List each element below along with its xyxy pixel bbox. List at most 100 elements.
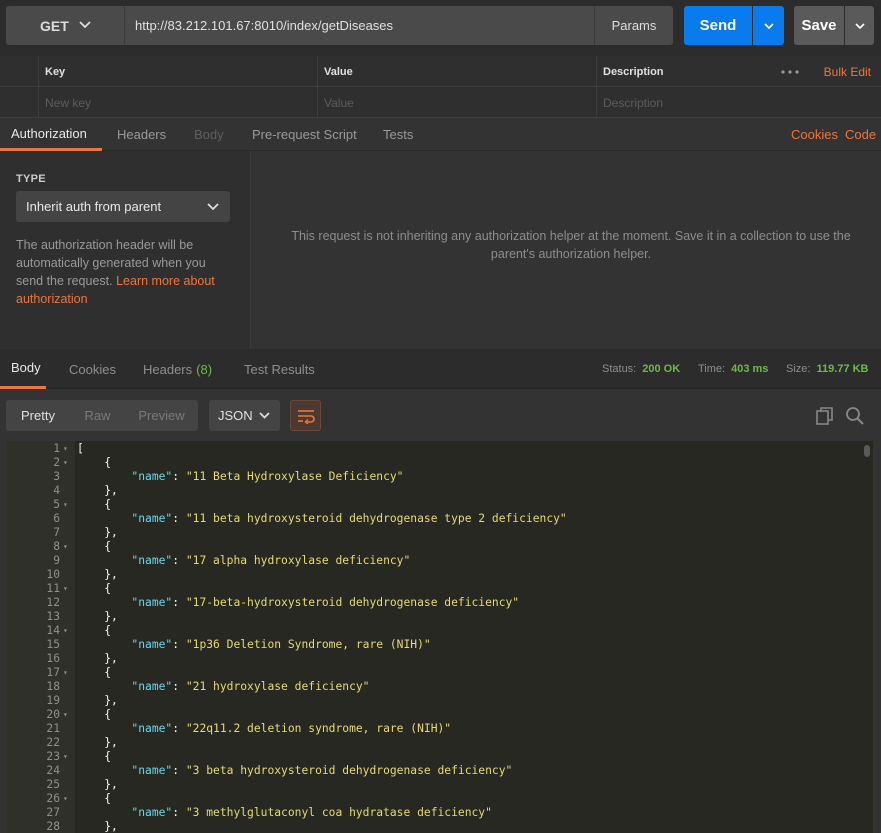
fold-toggle-icon[interactable]: ▾ (63, 666, 71, 680)
code-line: 7 }, (7, 526, 873, 540)
time-label: Time: (698, 363, 726, 375)
code-line: 22 }, (7, 736, 873, 750)
request-tabs: Authorization Headers Body Pre-request S… (0, 118, 881, 151)
code-text: { (77, 540, 112, 553)
json-key: "name" (131, 554, 173, 567)
new-key-input[interactable]: New key (38, 87, 317, 118)
fold-toggle-icon[interactable]: ▾ (63, 582, 71, 596)
code-line: 21 "name": "22q11.2 deletion syndrome, r… (7, 722, 873, 736)
line-number: 24 (46, 764, 60, 777)
fold-toggle-icon[interactable]: ▾ (63, 624, 71, 638)
line-number: 27 (46, 806, 60, 819)
line-number: 13 (46, 610, 60, 623)
status-value: 200 OK (642, 363, 681, 375)
code-text: "name": "21 hydroxylase deficiency" (131, 680, 370, 693)
json-key: "name" (131, 470, 173, 483)
code-text: { (77, 456, 112, 469)
format-toggle: Pretty Raw Preview (6, 400, 198, 431)
method-select[interactable]: GET (6, 6, 124, 45)
code-line: 11 ▾ { (7, 582, 873, 596)
search-icon[interactable] (845, 406, 865, 426)
params-new-row: New key Value Description (0, 87, 881, 118)
line-number: 15 (46, 638, 60, 651)
save-button[interactable]: Save (794, 6, 844, 45)
scrollbar-thumb[interactable] (864, 445, 870, 457)
code-line: 12 "name": "17-beta-hydroxysteroid dehyd… (7, 596, 873, 610)
tab-authorization[interactable]: Authorization (0, 118, 102, 151)
line-number: 19 (46, 694, 60, 707)
json-string-value: "22q11.2 deletion syndrome, rare (NIH)" (185, 722, 452, 735)
code-text: "name": "17-beta-hydroxysteroid dehydrog… (131, 596, 520, 609)
code-text: "name": "3 methylglutaconyl coa hydratas… (131, 806, 492, 819)
bulk-edit-link[interactable]: Bulk Edit (824, 56, 871, 87)
preview-button[interactable]: Preview (125, 400, 198, 431)
tab-test-results[interactable]: Test Results (244, 349, 315, 389)
raw-button[interactable]: Raw (70, 400, 125, 431)
line-number: 5 (53, 498, 60, 511)
tab-response-cookies[interactable]: Cookies (69, 349, 116, 389)
send-label: Send (699, 17, 737, 34)
copy-icon[interactable] (815, 406, 835, 426)
send-options-button[interactable] (753, 6, 784, 45)
code-text: }, (77, 652, 118, 665)
tab-response-body[interactable]: Body (0, 349, 46, 389)
code-line: 3 "name": "11 Beta Hydroxylase Deficienc… (7, 470, 873, 484)
fold-toggle-icon[interactable]: ▾ (63, 708, 71, 722)
wrap-lines-button[interactable] (290, 400, 321, 431)
fold-toggle-icon[interactable]: ▾ (63, 442, 71, 456)
line-number: 21 (46, 722, 60, 735)
json-key: "name" (131, 764, 173, 777)
json-key: "name" (131, 638, 173, 651)
pretty-button[interactable]: Pretty (6, 400, 70, 431)
fold-toggle-icon[interactable]: ▾ (63, 498, 71, 512)
save-options-button[interactable] (845, 6, 874, 45)
code-text: { (77, 708, 112, 721)
code-text: { (77, 582, 112, 595)
code-text: "name": "17 alpha hydroxylase deficiency… (131, 554, 411, 567)
new-description-input[interactable]: Description (596, 87, 881, 118)
tab-body[interactable]: Body (194, 118, 224, 151)
url-input[interactable]: http://83.212.101.67:8010/index/getDisea… (124, 6, 594, 45)
auth-type-select[interactable]: Inherit auth from parent (16, 191, 230, 222)
line-number: 1 (53, 442, 60, 455)
language-select[interactable]: JSON (209, 400, 280, 431)
code-text: }, (77, 736, 118, 749)
tab-tests[interactable]: Tests (383, 118, 413, 151)
line-number: 7 (53, 526, 60, 539)
more-options-icon[interactable] (781, 70, 799, 74)
size-readout: Size: 119.77 KB (786, 349, 868, 389)
params-table: Key Value Description Bulk Edit New key … (0, 56, 881, 118)
fold-toggle-icon[interactable]: ▾ (63, 792, 71, 806)
auth-type-label: TYPE (16, 173, 46, 185)
tab-headers[interactable]: Headers (117, 118, 166, 151)
fold-toggle-icon[interactable]: ▾ (63, 456, 71, 470)
cookies-link[interactable]: Cookies (791, 118, 838, 151)
tab-pre-request-script[interactable]: Pre-request Script (252, 118, 357, 151)
new-value-input[interactable]: Value (317, 87, 596, 118)
line-number: 22 (46, 736, 60, 749)
send-button[interactable]: Send (684, 6, 752, 45)
time-readout: Time: 403 ms (698, 349, 768, 389)
code-text: { (77, 750, 112, 763)
response-body-editor[interactable]: 1 ▾[2 ▾ {3 "name": "11 Beta Hydroxylase De… (7, 441, 873, 833)
params-button[interactable]: Params (594, 6, 673, 45)
code-text: "name": "1p36 Deletion Syndrome, rare (N… (131, 638, 431, 651)
json-key: "name" (131, 680, 173, 693)
code-text: [ (77, 442, 84, 455)
code-text: }, (77, 610, 118, 623)
fold-toggle-icon[interactable]: ▾ (63, 750, 71, 764)
code-line: 15 "name": "1p36 Deletion Syndrome, rare… (7, 638, 873, 652)
fold-toggle-icon[interactable]: ▾ (63, 540, 71, 554)
line-number: 18 (46, 680, 60, 693)
line-number: 16 (46, 652, 60, 665)
value-header: Value (317, 56, 596, 87)
code-link[interactable]: Code (845, 118, 876, 151)
size-label: Size: (786, 363, 811, 375)
tab-response-headers[interactable]: Headers (8) (143, 349, 212, 389)
code-text: { (77, 792, 112, 805)
code-line: 25 }, (7, 778, 873, 792)
json-string-value: "1p36 Deletion Syndrome, rare (NIH)" (185, 638, 431, 651)
code-line: 27 "name": "3 methylglutaconyl coa hydra… (7, 806, 873, 820)
code-text: }, (77, 820, 118, 833)
line-number: 20 (46, 708, 60, 721)
